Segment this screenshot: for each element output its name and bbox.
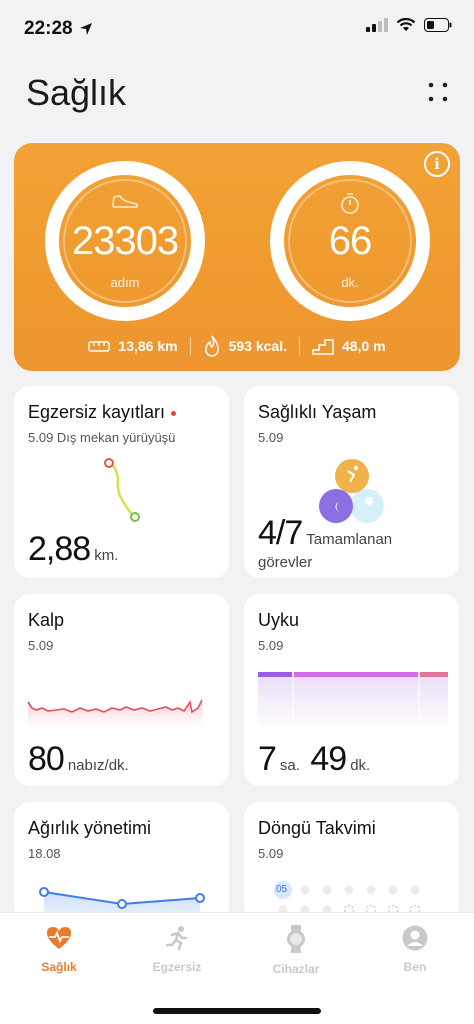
sleep-minutes-value: 49 — [310, 740, 347, 778]
watch-icon — [287, 925, 305, 953]
tab-label: Cihazlar — [272, 962, 320, 976]
ruler-icon — [88, 341, 111, 352]
info-button[interactable]: i — [424, 151, 450, 177]
runner-icon — [165, 926, 188, 951]
card-title: Ağırlık yönetimi — [28, 818, 152, 838]
route-map-icon — [104, 458, 140, 522]
card-subtitle: 5.09 Dış mekan yürüyüşü — [28, 430, 176, 445]
status-time: 22:28 — [24, 18, 93, 40]
heart-icon — [47, 927, 71, 949]
tab-label: Egzersiz — [152, 960, 202, 974]
tasks-label-line1: Tamamlanan — [306, 531, 393, 548]
tab-health[interactable]: Sağlık — [0, 925, 118, 974]
card-date: 5.09 — [28, 638, 54, 653]
heart-rate-value: 80 — [28, 740, 65, 778]
home-indicator[interactable] — [153, 1008, 321, 1014]
card-date: 18.08 — [28, 846, 61, 861]
card-date: 5.09 — [258, 430, 284, 445]
unread-dot — [171, 410, 177, 416]
page-title: Sağlık — [26, 72, 127, 113]
card-title: Egzersiz kayıtları — [28, 402, 177, 423]
cycle-calendar-card[interactable]: Döngü Takvimi 5.09 05 — [244, 802, 459, 922]
tab-devices[interactable]: Cihazlar — [237, 925, 355, 976]
tab-label: Ben — [403, 960, 427, 974]
tasks-label-line2: görevler — [258, 554, 313, 571]
status-bar: 22:28 — [0, 0, 474, 56]
sleep-hours-unit: sa. — [279, 757, 300, 774]
location-arrow-icon — [79, 23, 92, 35]
steps-unit: adım — [110, 275, 140, 290]
heart-rate-graph — [27, 699, 204, 736]
weight-management-card[interactable]: Ağırlık yönetimi 18.08 — [14, 802, 229, 922]
card-title: Döngü Takvimi — [258, 818, 376, 838]
exercise-summary: 2,88 km. — [28, 530, 118, 569]
calories-value: 593 kcal. — [228, 338, 287, 354]
four-dots-icon — [428, 82, 448, 102]
sleep-summary: 7 sa. 49 dk. — [258, 740, 370, 779]
exercise-distance-unit: km. — [94, 547, 119, 564]
shoe-icon — [112, 195, 139, 208]
more-options-button[interactable] — [428, 82, 448, 102]
exercise-distance-value: 2,88 — [28, 530, 91, 568]
status-icons — [366, 18, 452, 32]
flame-icon — [204, 335, 219, 357]
sleep-card[interactable]: Uyku 5.09 7 sa. 49 dk. — [244, 594, 459, 786]
steps-value: 23303 — [71, 219, 179, 263]
clock-text: 22:28 — [24, 18, 73, 39]
tab-label: Sağlık — [41, 960, 77, 974]
cellular-signal-icon — [366, 18, 388, 32]
steps-ring[interactable]: 23303 adım — [45, 161, 205, 321]
person-icon — [402, 925, 428, 951]
floors-value: 48,0 m — [341, 338, 386, 354]
floors-stat: 48,0 m — [300, 337, 398, 355]
card-title: Sağlıklı Yaşam — [258, 402, 377, 422]
distance-value: 13,86 km — [118, 338, 178, 354]
active-minutes-value: 66 — [328, 219, 373, 263]
heart-rate-unit: nabız/dk. — [67, 757, 129, 774]
healthy-living-card[interactable]: Sağlıklı Yaşam 5.09 4/7 Tamamlanan görevl… — [244, 386, 459, 578]
tasks-completed-value: 4/7 — [258, 514, 303, 552]
stopwatch-icon — [341, 193, 359, 214]
heart-card[interactable]: Kalp 5.09 80 nabız/dk. — [14, 594, 229, 786]
battery-icon — [424, 18, 452, 32]
card-title: Kalp — [28, 610, 65, 630]
active-minutes-ring[interactable]: 66 dk. — [270, 161, 430, 321]
card-date: 5.09 — [258, 846, 284, 861]
stairs-icon — [312, 339, 334, 355]
calories-stat: 593 kcal. — [191, 335, 299, 357]
card-title: Uyku — [258, 610, 300, 630]
healthy-living-summary: 4/7 Tamamlanan — [258, 514, 458, 553]
hero-stats: 13,86 km 593 kcal. 48,0 m — [14, 335, 460, 357]
exercise-records-card[interactable]: Egzersiz kayıtları 5.09 Dış mekan yürüyü… — [14, 386, 229, 578]
distance-stat: 13,86 km — [76, 338, 189, 354]
cycle-today-label: 05 — [276, 884, 288, 895]
heart-summary: 80 nabız/dk. — [28, 740, 129, 779]
wifi-icon — [396, 18, 416, 31]
tab-me[interactable]: Ben — [356, 925, 474, 974]
sleep-stages-graph — [258, 672, 448, 732]
sleep-minutes-unit: dk. — [350, 757, 371, 774]
sleep-hours-value: 7 — [258, 740, 277, 778]
active-minutes-unit: dk. — [341, 275, 359, 290]
tab-exercise[interactable]: Egzersiz — [118, 925, 236, 974]
card-date: 5.09 — [258, 638, 284, 653]
activity-summary-card[interactable]: i 23303 adım 66 dk. 13,86 km 593 kcal. 4… — [14, 143, 460, 371]
